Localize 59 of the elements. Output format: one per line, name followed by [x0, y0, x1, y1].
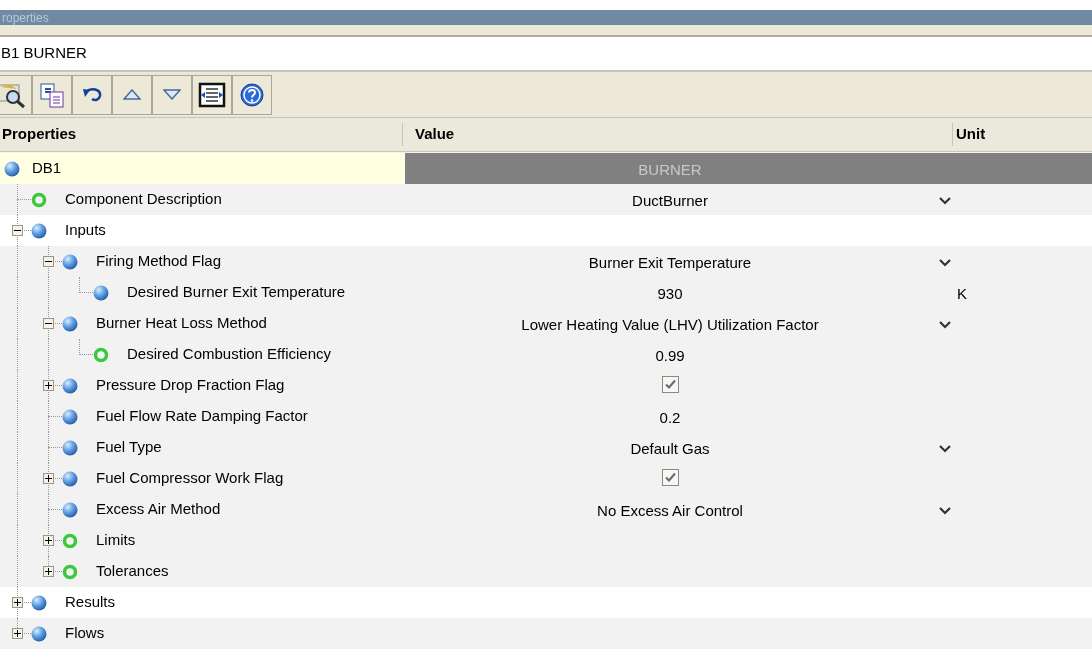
- help-icon: [240, 82, 264, 107]
- checkbox[interactable]: [662, 376, 679, 393]
- property-label[interactable]: Tolerances: [96, 560, 169, 583]
- expand-toggle[interactable]: [43, 566, 54, 577]
- column-header[interactable]: Unit: [953, 123, 986, 146]
- property-label[interactable]: DB1: [32, 157, 62, 180]
- value-field[interactable]: 0.99: [405, 345, 935, 368]
- dropdown-chevron-icon[interactable]: [938, 258, 952, 267]
- object-name: B1 BURNER: [0, 43, 87, 64]
- find-button[interactable]: [0, 74, 32, 115]
- dropdown-value[interactable]: Lower Heating Value (LHV) Utilization Factor: [405, 314, 935, 337]
- undo-button[interactable]: [72, 74, 112, 115]
- triangle-down-icon: [163, 89, 181, 100]
- object-name-field[interactable]: B1 BURNER: [0, 37, 1092, 72]
- collapse-toggle[interactable]: [43, 318, 54, 329]
- checkbox[interactable]: [662, 469, 679, 486]
- help-button[interactable]: [232, 74, 272, 115]
- property-label[interactable]: Burner Heat Loss Method: [96, 312, 267, 335]
- property-label[interactable]: Pressure Drop Fraction Flag: [96, 374, 285, 397]
- expand-toggle[interactable]: [43, 535, 54, 546]
- property-label[interactable]: Inputs: [65, 219, 106, 242]
- dropdown-value[interactable]: Burner Exit Temperature: [405, 252, 935, 275]
- property-label[interactable]: Fuel Compressor Work Flag: [96, 467, 284, 490]
- property-label[interactable]: Desired Burner Exit Temperature: [127, 281, 346, 304]
- expand-toggle[interactable]: [43, 380, 54, 391]
- value-field[interactable]: 0.2: [405, 407, 935, 430]
- undo-icon: [81, 86, 103, 103]
- property-label[interactable]: Excess Air Method: [96, 498, 221, 521]
- window-title: roperties: [2, 11, 49, 24]
- unit-value[interactable]: K: [957, 283, 967, 306]
- property-label[interactable]: Component Description: [65, 188, 222, 211]
- dropdown-chevron-icon[interactable]: [938, 506, 952, 515]
- dropdown-value[interactable]: DuctBurner: [405, 190, 935, 213]
- expand-toggle[interactable]: [12, 628, 23, 639]
- expand-toggle[interactable]: [12, 597, 23, 608]
- value-field[interactable]: 930: [405, 283, 935, 306]
- expand-rows-icon: [198, 81, 226, 108]
- dropdown-chevron-icon[interactable]: [938, 444, 952, 453]
- column-header[interactable]: Properties: [0, 123, 403, 146]
- collapse-toggle[interactable]: [12, 225, 23, 236]
- triangle-up-icon: [123, 89, 141, 100]
- property-label[interactable]: Firing Method Flag: [96, 250, 222, 273]
- expand-toggle[interactable]: [43, 473, 54, 484]
- dropdown-chevron-icon[interactable]: [938, 196, 952, 205]
- column-header[interactable]: Value: [403, 123, 953, 146]
- dropdown-value[interactable]: Default Gas: [405, 438, 935, 461]
- property-label[interactable]: Fuel Type: [96, 436, 162, 459]
- copy-button[interactable]: [32, 74, 72, 115]
- property-label[interactable]: Fuel Flow Rate Damping Factor: [96, 405, 308, 428]
- property-label[interactable]: Results: [65, 591, 116, 614]
- dropdown-chevron-icon[interactable]: [938, 320, 952, 329]
- component-type: BURNER: [637, 160, 703, 180]
- property-label[interactable]: Flows: [65, 622, 105, 645]
- property-label[interactable]: Desired Combustion Efficiency: [127, 343, 331, 366]
- fit-button[interactable]: [192, 74, 232, 115]
- property-label[interactable]: Limits: [96, 529, 136, 552]
- documents-icon: [38, 80, 66, 109]
- dropdown-value[interactable]: No Excess Air Control: [405, 500, 935, 523]
- collapse-toggle[interactable]: [43, 256, 54, 267]
